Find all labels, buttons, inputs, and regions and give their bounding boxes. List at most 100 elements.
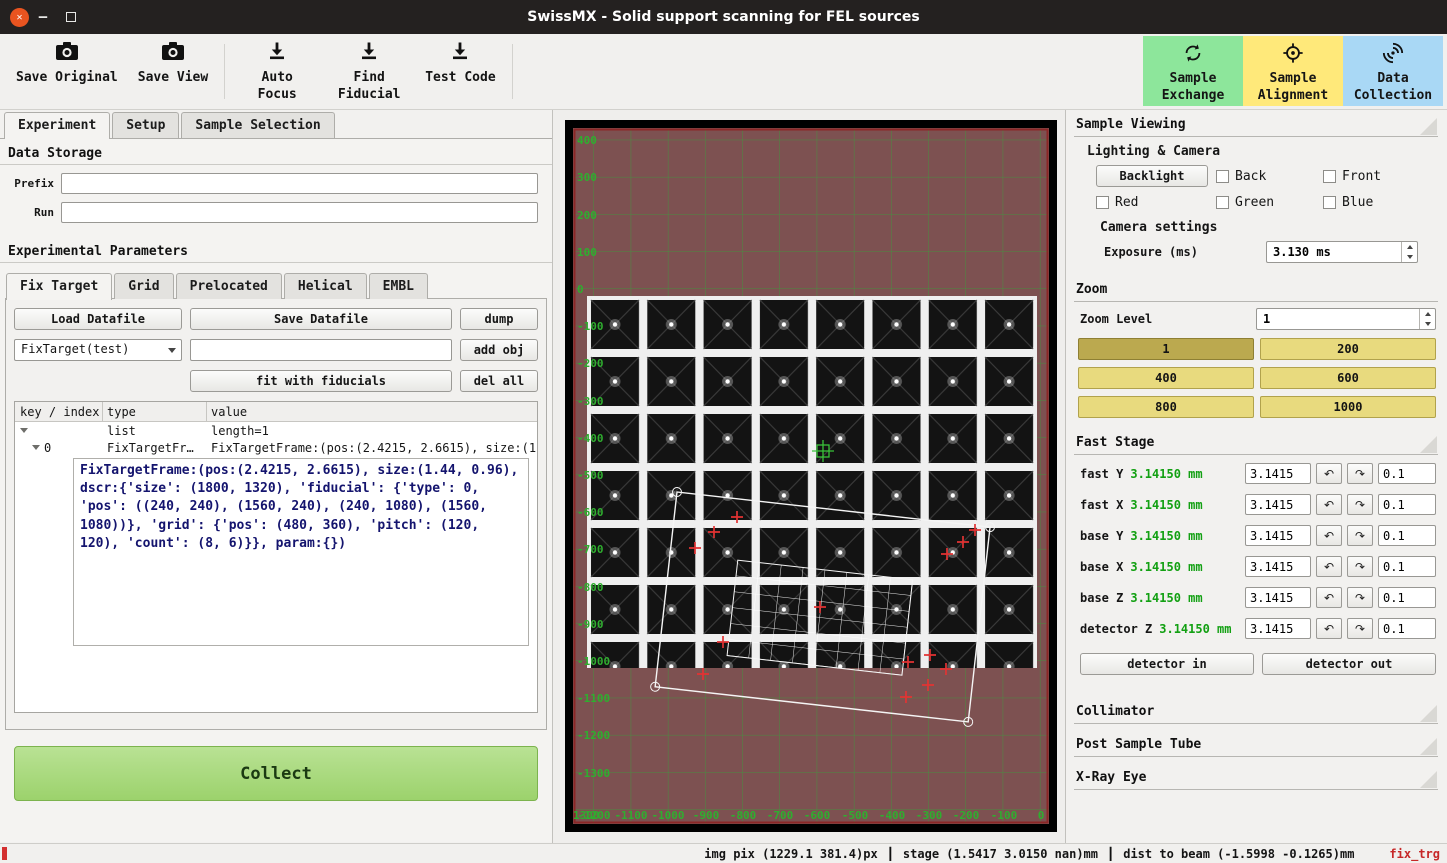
add-obj-button[interactable]: add obj — [460, 339, 538, 361]
del-all-button[interactable]: del all — [460, 370, 538, 392]
camera-view[interactable]: 400 300 200 100 0 -100 -200 -300 -400 -5… — [573, 128, 1049, 824]
minimize-icon: – — [39, 9, 47, 25]
base-y-input[interactable] — [1245, 525, 1311, 546]
spinner-buttons[interactable] — [1401, 242, 1417, 262]
nudge-minus-icon[interactable]: ↶ — [1316, 556, 1342, 577]
auto-focus-button[interactable]: Auto Focus — [231, 34, 323, 109]
load-datafile-button[interactable]: Load Datafile — [14, 308, 182, 330]
tree-row[interactable]: list length=1 — [15, 422, 537, 439]
checkbox-green[interactable]: Green — [1216, 195, 1323, 210]
tree-row[interactable]: 0 FixTargetFr… FixTargetFrame:(pos:(2.42… — [15, 439, 537, 456]
section-sample-viewing[interactable]: Sample Viewing — [1074, 114, 1438, 137]
detector-in-button[interactable]: detector in — [1080, 653, 1254, 675]
spin-up-icon[interactable] — [1402, 242, 1417, 252]
exposure-spinbox[interactable] — [1266, 241, 1418, 263]
spin-down-icon[interactable] — [1402, 252, 1417, 262]
section-post-sample-tube[interactable]: Post Sample Tube — [1074, 734, 1438, 757]
tab-experiment[interactable]: Experiment — [4, 112, 110, 139]
checkbox-icon[interactable] — [1216, 170, 1229, 183]
tab-helical[interactable]: Helical — [284, 273, 367, 299]
spin-up-icon[interactable] — [1420, 309, 1435, 319]
zoom-preset-1000[interactable]: 1000 — [1260, 396, 1436, 418]
tab-embl[interactable]: EMBL — [369, 273, 428, 299]
base-y-step-input[interactable] — [1378, 525, 1436, 546]
save-view-button[interactable]: Save View — [128, 34, 218, 109]
camera-icon — [161, 41, 185, 67]
exposure-input[interactable] — [1267, 242, 1417, 262]
zoom-preset-200[interactable]: 200 — [1260, 338, 1436, 360]
nudge-minus-icon[interactable]: ↶ — [1316, 494, 1342, 515]
nudge-minus-icon[interactable]: ↶ — [1316, 587, 1342, 608]
fast-x-input[interactable] — [1245, 494, 1311, 515]
checkbox-icon[interactable] — [1323, 170, 1336, 183]
col-type[interactable]: type — [103, 402, 207, 421]
checkbox-blue[interactable]: Blue — [1323, 195, 1438, 210]
zoom-preset-1[interactable]: 1 — [1078, 338, 1254, 360]
base-z-input[interactable] — [1245, 587, 1311, 608]
object-name-input[interactable] — [190, 339, 452, 361]
nudge-minus-icon[interactable]: ↶ — [1316, 618, 1342, 639]
data-collection-button[interactable]: Data Collection — [1343, 36, 1443, 106]
find-fiducial-button[interactable]: Find Fiducial — [323, 34, 415, 109]
checkbox-front[interactable]: Front — [1323, 169, 1438, 184]
prefix-input[interactable] — [61, 173, 538, 194]
col-key-index[interactable]: key / index — [15, 402, 103, 421]
checkbox-back[interactable]: Back — [1216, 169, 1323, 184]
checkbox-icon[interactable] — [1096, 196, 1109, 209]
section-x-ray-eye[interactable]: X-Ray Eye — [1074, 767, 1438, 790]
detector-z-step-input[interactable] — [1378, 618, 1436, 639]
zoom-level-input[interactable] — [1257, 309, 1435, 329]
checkbox-icon[interactable] — [1216, 196, 1229, 209]
tab-sample-selection[interactable]: Sample Selection — [181, 112, 334, 138]
base-x-step-input[interactable] — [1378, 556, 1436, 577]
status-separator: ┃ — [887, 847, 894, 861]
maximize-button[interactable] — [57, 0, 85, 34]
tab-fix-target[interactable]: Fix Target — [6, 273, 112, 300]
zoom-preset-800[interactable]: 800 — [1078, 396, 1254, 418]
fast-y-step-input[interactable] — [1378, 463, 1436, 484]
section-fast-stage[interactable]: Fast Stage — [1074, 432, 1438, 455]
checkbox-icon[interactable] — [1323, 196, 1336, 209]
expander-icon[interactable] — [20, 428, 28, 433]
tab-setup[interactable]: Setup — [112, 112, 179, 138]
sample-exchange-button[interactable]: Sample Exchange — [1143, 36, 1243, 106]
close-button[interactable]: ✕ — [10, 8, 29, 27]
spinner-buttons[interactable] — [1419, 309, 1435, 329]
detector-z-input[interactable] — [1245, 618, 1311, 639]
base-z-step-input[interactable] — [1378, 587, 1436, 608]
expander-icon[interactable] — [32, 445, 40, 450]
tab-grid[interactable]: Grid — [114, 273, 173, 299]
collect-button[interactable]: Collect — [14, 746, 538, 801]
checkbox-red[interactable]: Red — [1096, 195, 1216, 210]
col-value[interactable]: value — [207, 402, 537, 421]
test-code-button[interactable]: Test Code — [415, 34, 505, 109]
save-datafile-button[interactable]: Save Datafile — [190, 308, 452, 330]
section-zoom[interactable]: Zoom — [1074, 279, 1438, 302]
nudge-plus-icon[interactable]: ↷ — [1347, 587, 1373, 608]
sample-alignment-button[interactable]: Sample Alignment — [1243, 36, 1343, 106]
target-type-select[interactable]: FixTarget(test) — [14, 339, 182, 361]
dump-button[interactable]: dump — [460, 308, 538, 330]
zoom-preset-400[interactable]: 400 — [1078, 367, 1254, 389]
minimize-button[interactable]: – — [29, 0, 57, 34]
nudge-plus-icon[interactable]: ↷ — [1347, 494, 1373, 515]
backlight-button[interactable]: Backlight — [1096, 165, 1208, 187]
fast-y-input[interactable] — [1245, 463, 1311, 484]
detector-out-button[interactable]: detector out — [1262, 653, 1436, 675]
run-input[interactable] — [61, 202, 538, 223]
zoom-preset-600[interactable]: 600 — [1260, 367, 1436, 389]
nudge-plus-icon[interactable]: ↷ — [1347, 618, 1373, 639]
nudge-minus-icon[interactable]: ↶ — [1316, 463, 1342, 484]
section-collimator[interactable]: Collimator — [1074, 701, 1438, 724]
nudge-plus-icon[interactable]: ↷ — [1347, 525, 1373, 546]
nudge-minus-icon[interactable]: ↶ — [1316, 525, 1342, 546]
nudge-plus-icon[interactable]: ↷ — [1347, 463, 1373, 484]
spin-down-icon[interactable] — [1420, 319, 1435, 329]
nudge-plus-icon[interactable]: ↷ — [1347, 556, 1373, 577]
zoom-level-spinbox[interactable] — [1256, 308, 1436, 330]
base-x-input[interactable] — [1245, 556, 1311, 577]
fast-x-step-input[interactable] — [1378, 494, 1436, 515]
save-original-button[interactable]: Save Original — [6, 34, 128, 109]
tab-prelocated[interactable]: Prelocated — [176, 273, 282, 299]
fit-with-fiducials-button[interactable]: fit with fiducials — [190, 370, 452, 392]
